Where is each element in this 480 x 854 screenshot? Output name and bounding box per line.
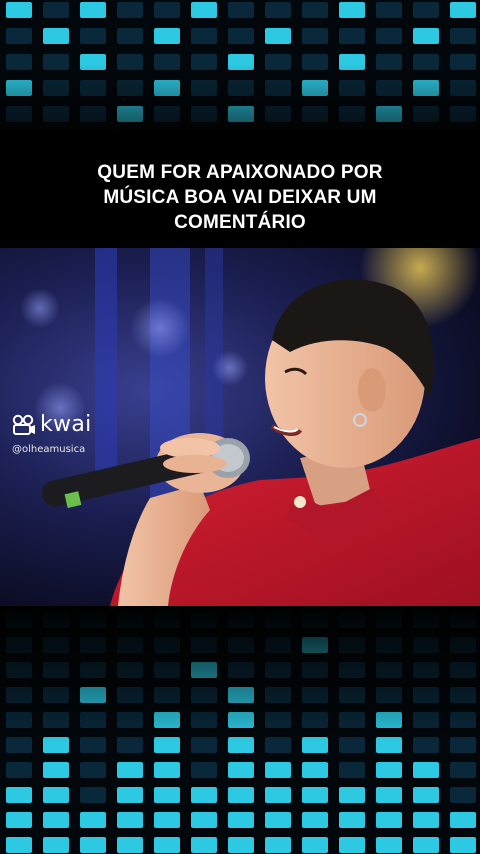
video-caption: QUEM FOR APAIXONADO POR MÚSICA BOA VAI D… [20, 160, 460, 235]
caption-line-3: COMENTÁRIO [174, 212, 306, 233]
kwai-camera-icon [12, 414, 35, 435]
kwai-user-handle: @olheamusica [12, 444, 86, 455]
equalizer-bottom [0, 606, 480, 854]
kwai-watermark: kwai [12, 412, 92, 437]
caption-line-1: QUEM FOR APAIXONADO POR [97, 162, 383, 183]
equalizer-bottom-fade [0, 606, 480, 854]
kwai-brand-text: kwai [40, 412, 92, 437]
caption-line-2: MÚSICA BOA VAI DEIXAR UM [103, 187, 377, 208]
